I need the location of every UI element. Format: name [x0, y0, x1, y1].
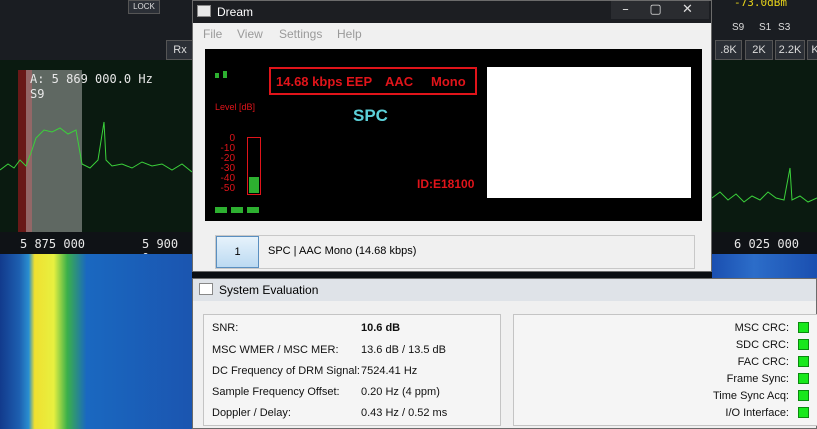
system-evaluation-titlebar[interactable]: System Evaluation	[193, 279, 816, 301]
station-id: ID:E18100	[417, 177, 475, 191]
bandwidth-button[interactable]: K	[807, 40, 817, 60]
dc-frequency-value: 7524.41 Hz	[361, 365, 418, 377]
rx-button[interactable]: Rx	[166, 40, 194, 60]
dbm-readout: -73.0dBm	[734, 0, 787, 9]
close-icon[interactable]: ✕	[673, 1, 702, 19]
indicator-label: Frame Sync:	[726, 373, 789, 385]
menu-help[interactable]: Help	[337, 27, 362, 41]
menu-file[interactable]: File	[203, 27, 222, 41]
background-toolbar-left: LOCK Rx	[0, 0, 194, 60]
status-dot	[223, 71, 227, 78]
indicator-label: MSC CRC:	[734, 322, 789, 334]
stream-info-box: 14.68 kbps EEP AAC Mono	[269, 67, 477, 95]
spectrum-display-left[interactable]: A: 5 869 000.0 Hz S9	[0, 60, 192, 232]
metric-label: DC Frequency of DRM Signal:	[212, 365, 360, 377]
window-title: Dream	[217, 5, 254, 19]
app-icon	[199, 283, 213, 295]
window-title: System Evaluation	[219, 283, 319, 297]
service-row: 1 SPC | AAC Mono (14.68 kbps)	[215, 235, 695, 269]
waterfall-right[interactable]	[712, 254, 817, 279]
status-indicator	[215, 207, 227, 213]
bandwidth-button[interactable]: 2.2K	[775, 40, 805, 60]
smeter-s3: S3	[778, 22, 791, 33]
service-description: SPC | AAC Mono (14.68 kbps)	[268, 245, 417, 257]
level-meter-fill	[249, 177, 259, 193]
system-evaluation-window: System Evaluation SNR: 10.6 dB MSC WMER …	[192, 278, 817, 429]
metric-label: Sample Frequency Offset:	[212, 386, 340, 398]
indicator-label: SDC CRC:	[735, 339, 789, 351]
indicator-label: Time Sync Acq:	[712, 390, 789, 402]
doppler-delay-value: 0.43 Hz / 0.52 ms	[361, 407, 448, 419]
metric-label: SNR:	[212, 322, 239, 334]
frequency-axis-left: 5 875 000 5 900 0	[0, 232, 192, 265]
mer-value: 13.6 dB / 13.5 dB	[361, 344, 447, 356]
frequency-axis-right: 6 025 000	[712, 232, 817, 254]
crc-indicators-panel: MSC CRC: SDC CRC: FAC CRC: Frame Sync: T…	[513, 314, 817, 426]
level-meter	[247, 137, 261, 195]
s-meter-label: S9	[30, 87, 45, 101]
status-indicator	[247, 207, 259, 213]
smeter-s9: S9	[732, 22, 745, 33]
io-interface-led	[798, 407, 809, 418]
sdc-crc-led	[798, 339, 809, 350]
maximize-icon[interactable]: ▢	[641, 1, 670, 19]
level-tick: -50	[220, 183, 235, 194]
sample-offset-value: 0.20 Hz (4 ppm)	[361, 386, 440, 398]
menu-settings[interactable]: Settings	[279, 27, 322, 41]
main-display-panel: 14.68 kbps EEP AAC Mono SPC ID:E18100 Le…	[205, 49, 702, 221]
axis-tick-label: 5 875 000	[20, 237, 86, 251]
app-icon	[197, 5, 211, 17]
smeter-scale: S9 S1 S3	[732, 22, 790, 33]
msc-crc-led	[798, 322, 809, 333]
waterfall-left[interactable]	[0, 254, 192, 429]
signal-frequency-label: A: 5 869 000.0 Hz	[30, 72, 153, 86]
level-label: Level [dB]	[215, 102, 256, 112]
axis-tick-label: 6 025 000	[734, 237, 800, 251]
time-sync-led	[798, 390, 809, 401]
window-controls: – ▢ ✕	[611, 1, 709, 19]
indicator-label: FAC CRC:	[737, 356, 789, 368]
smeter-s1: S1	[759, 22, 772, 33]
indicator-label: I/O Interface:	[725, 407, 789, 419]
fac-crc-led	[798, 356, 809, 367]
metric-label: Doppler / Delay:	[212, 407, 291, 419]
codec-label: AAC	[385, 74, 414, 89]
menu-bar: File View Settings Help	[193, 23, 711, 45]
station-label: SPC	[353, 106, 388, 125]
spectrum-trace	[712, 167, 817, 203]
bandwidth-button[interactable]: 2K	[745, 40, 773, 60]
service-1-button[interactable]: 1	[216, 236, 259, 268]
status-indicator	[231, 207, 243, 213]
bitrate-label: 14.68 kbps EEP	[276, 74, 373, 89]
frame-sync-led	[798, 373, 809, 384]
slideshow-image-area	[487, 67, 691, 198]
mode-label: Mono	[431, 74, 466, 89]
metric-label: MSC WMER / MSC MER:	[212, 344, 339, 356]
status-dot	[215, 73, 219, 78]
metrics-panel: SNR: 10.6 dB MSC WMER / MSC MER: 13.6 dB…	[203, 314, 501, 426]
minimize-icon[interactable]: –	[611, 1, 640, 19]
background-toolbar-right: -73.0dBm S9 S1 S3 .8K 2K 2.2K K	[712, 0, 817, 60]
menu-view[interactable]: View	[237, 27, 263, 41]
lock-button[interactable]: LOCK	[128, 0, 160, 14]
dream-window: Dream – ▢ ✕ File View Settings Help 14.6…	[192, 0, 712, 272]
snr-value: 10.6 dB	[361, 322, 401, 334]
dream-titlebar[interactable]: Dream – ▢ ✕	[193, 1, 711, 23]
spectrum-display-right[interactable]	[712, 60, 817, 232]
bandwidth-button[interactable]: .8K	[715, 40, 742, 60]
